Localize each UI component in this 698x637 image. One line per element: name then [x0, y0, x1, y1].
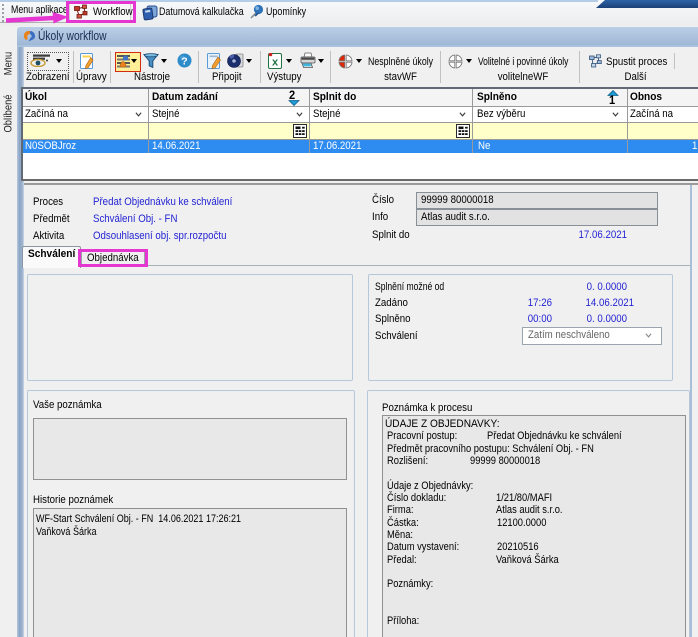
svg-text:?: ?	[181, 56, 187, 68]
svg-text:x: x	[272, 57, 279, 69]
